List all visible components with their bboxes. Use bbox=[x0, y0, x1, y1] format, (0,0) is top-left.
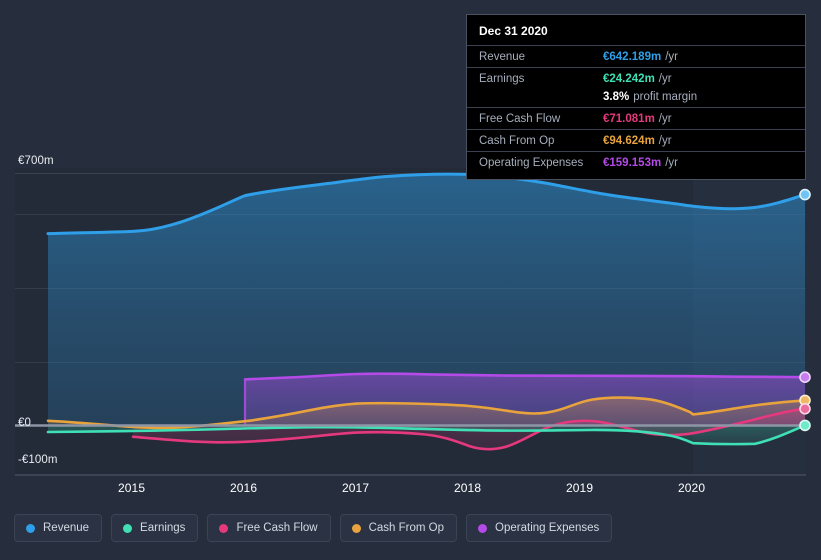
tooltip-row-free-cash-flow: Free Cash Flow €71.081m /yr bbox=[467, 107, 805, 129]
tooltip-row-revenue: Revenue €642.189m /yr bbox=[467, 45, 805, 67]
legend-dot-earnings-icon bbox=[123, 523, 133, 533]
tooltip-key-free-cash-flow: Free Cash Flow bbox=[479, 112, 561, 125]
tooltip-value-earnings: €24.242m bbox=[603, 72, 655, 85]
legend-dot-cash-from-op-icon bbox=[351, 523, 361, 533]
endpoint-operating-expenses bbox=[799, 371, 811, 384]
tooltip-unit-free-cash-flow: /yr bbox=[658, 112, 672, 125]
tooltip-label-profit-margin: profit margin bbox=[633, 90, 698, 103]
legend-label-revenue: Revenue bbox=[43, 522, 90, 534]
tooltip-key-revenue: Revenue bbox=[479, 50, 526, 63]
endpoint-free-cash-flow bbox=[799, 402, 811, 415]
tooltip-key-earnings: Earnings bbox=[479, 72, 525, 85]
tooltip-value-cash-from-op: €94.624m bbox=[603, 134, 655, 147]
legend-label-free-cash-flow: Free Cash Flow bbox=[236, 522, 318, 534]
tooltip-row-earnings: Earnings €24.242m /yr bbox=[467, 67, 805, 89]
legend-dot-operating-expenses-icon bbox=[478, 523, 488, 533]
tooltip-unit-cash-from-op: /yr bbox=[658, 134, 672, 147]
tooltip-unit-earnings: /yr bbox=[658, 72, 672, 85]
endpoint-revenue bbox=[799, 188, 811, 201]
tooltip-unit-operating-expenses: /yr bbox=[665, 156, 678, 169]
legend-item-revenue[interactable]: Revenue bbox=[14, 514, 103, 542]
legend-item-operating-expenses[interactable]: Operating Expenses bbox=[466, 514, 613, 542]
tooltip-value-free-cash-flow: €71.081m bbox=[603, 112, 655, 125]
tooltip-key-operating-expenses: Operating Expenses bbox=[479, 156, 584, 169]
tooltip-key-cash-from-op: Cash From Op bbox=[479, 134, 555, 147]
tooltip-value-operating-expenses: €159.153m bbox=[603, 156, 662, 169]
data-tooltip: Dec 31 2020 Revenue €642.189m /yr Earnin… bbox=[466, 14, 806, 180]
tooltip-row-cash-from-op: Cash From Op €94.624m /yr bbox=[467, 129, 805, 151]
legend-label-cash-from-op: Cash From Op bbox=[368, 522, 445, 534]
legend-label-operating-expenses: Operating Expenses bbox=[495, 522, 600, 534]
legend-dot-free-cash-flow-icon bbox=[219, 523, 229, 533]
tooltip-value-revenue: €642.189m bbox=[603, 50, 662, 63]
legend-item-free-cash-flow[interactable]: Free Cash Flow bbox=[207, 514, 331, 542]
tooltip-date: Dec 31 2020 bbox=[479, 24, 548, 38]
endpoint-earnings bbox=[799, 419, 811, 432]
legend-dot-revenue-icon bbox=[26, 523, 35, 533]
legend-item-cash-from-op[interactable]: Cash From Op bbox=[339, 514, 458, 542]
legend-label-earnings: Earnings bbox=[140, 522, 186, 534]
tooltip-unit-revenue: /yr bbox=[665, 50, 678, 63]
financial-chart: €700m €0 -€100m 2015 2016 2017 2018 2019… bbox=[0, 0, 821, 560]
tooltip-value-profit-margin: 3.8% bbox=[603, 90, 630, 103]
tooltip-row-profit-margin: 3.8% profit margin bbox=[467, 89, 805, 107]
tooltip-row-operating-expenses: Operating Expenses €159.153m /yr bbox=[467, 151, 805, 173]
chart-legend: Revenue Earnings Free Cash Flow Cash Fro… bbox=[14, 514, 613, 542]
legend-item-earnings[interactable]: Earnings bbox=[111, 514, 199, 542]
